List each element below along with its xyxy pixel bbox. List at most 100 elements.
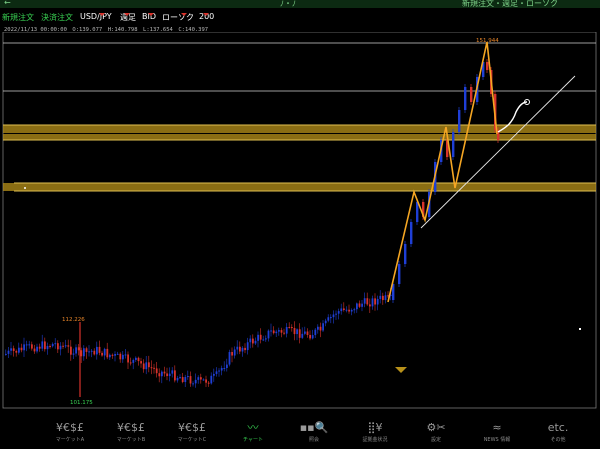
candle: [374, 298, 376, 305]
chart-icon: 〰: [247, 421, 259, 434]
chart-type-select[interactable]: ローソク: [162, 12, 194, 23]
nav-item-settings[interactable]: ⚙✂ 設定: [406, 420, 466, 449]
resistance-zone: [3, 134, 596, 140]
candle: [153, 367, 155, 369]
period-dropdown-icon[interactable]: [124, 13, 130, 16]
candle: [239, 346, 241, 352]
candle: [304, 331, 306, 334]
nav-item-chart[interactable]: 〰チャート: [223, 420, 283, 449]
candle: [265, 338, 267, 340]
candle: [340, 308, 343, 312]
price-type-dropdown-icon[interactable]: [148, 13, 154, 16]
candle: [291, 327, 293, 329]
high-price-label: 151.944: [476, 38, 499, 44]
nav-item-more[interactable]: etc. その他: [528, 420, 588, 449]
candle: [231, 352, 233, 356]
nav-label: NEWS 情報: [483, 437, 511, 443]
candle: [145, 362, 148, 370]
mid-price-label: 112.226: [62, 317, 85, 323]
candle: [371, 298, 374, 307]
candle: [150, 367, 153, 369]
candle: [119, 353, 122, 360]
back-icon[interactable]: ←: [4, 0, 11, 7]
candle: [189, 376, 192, 384]
candle: [88, 351, 90, 353]
nav-label: マーケットA: [55, 437, 85, 443]
candle: [309, 334, 311, 339]
symbol-select[interactable]: USD/JPY: [80, 12, 112, 21]
candle: [192, 383, 194, 385]
nav-label: 設定: [430, 437, 441, 443]
candle: [171, 370, 174, 374]
candle: [464, 87, 467, 110]
candle: [458, 110, 461, 132]
trend-line: [420, 75, 576, 229]
candle: [132, 359, 135, 363]
candle: [327, 317, 330, 321]
candle: [163, 371, 166, 374]
new-order-button[interactable]: 新規注文: [2, 12, 34, 23]
candle: [200, 377, 202, 380]
nav-item-currency[interactable]: ¥€$£ マーケットB: [101, 420, 161, 449]
candle: [369, 304, 371, 307]
chart-type-dropdown-icon[interactable]: [181, 13, 187, 16]
candle: [28, 344, 31, 346]
candle: [404, 244, 407, 264]
candle: [350, 309, 353, 312]
candle: [223, 367, 226, 369]
candle: [288, 327, 291, 329]
nav-label: 証拠金状況: [362, 437, 388, 443]
candle: [363, 298, 366, 304]
chart-area[interactable]: 151.944 112.226 101.175: [0, 31, 600, 410]
zone-dot: [24, 187, 26, 189]
candle: [259, 334, 262, 340]
candle: [194, 379, 197, 384]
margin-icon: ⣿¥: [367, 421, 383, 434]
candle: [356, 303, 358, 310]
candle: [262, 339, 265, 341]
candle: [187, 376, 189, 378]
nav-label: マーケットC: [177, 437, 207, 443]
candle: [140, 361, 142, 364]
candle: [72, 353, 75, 355]
nav-item-currency[interactable]: ¥€$£ マーケットC: [162, 420, 222, 449]
candle: [93, 350, 96, 355]
candle: [181, 377, 184, 383]
candle: [215, 371, 218, 374]
candle: [275, 331, 278, 334]
nav-item-news[interactable]: ≈ NEWS 情報: [467, 420, 527, 449]
candle: [267, 330, 270, 339]
candle: [205, 379, 207, 383]
candle: [283, 332, 285, 334]
search-icon: ▪▪🔍: [299, 421, 329, 434]
candle: [314, 329, 317, 336]
candle: [384, 295, 387, 301]
nav-item-search[interactable]: ▪▪🔍 照会: [284, 420, 344, 449]
candle: [114, 354, 116, 356]
candle: [49, 346, 51, 348]
low-marker: [395, 367, 407, 373]
candle: [486, 62, 489, 70]
candle: [158, 373, 161, 377]
nav-item-margin[interactable]: ⣿¥ 証拠金状況: [345, 420, 405, 449]
nav-item-currency[interactable]: ¥€$£ マーケットA: [40, 420, 100, 449]
candle: [254, 340, 257, 344]
candle: [15, 350, 18, 353]
symbol-dropdown-icon[interactable]: [99, 13, 105, 16]
candle: [59, 345, 62, 350]
candle: [249, 338, 252, 343]
candle: [376, 298, 379, 305]
header-glyph: ﾉ・ﾉ: [280, 0, 296, 8]
count-dropdown-icon[interactable]: [203, 13, 209, 16]
candle: [348, 309, 350, 312]
candle: [111, 354, 114, 356]
candle: [135, 357, 137, 360]
candle: [64, 345, 67, 347]
close-order-button[interactable]: 決済注文: [41, 12, 73, 23]
candle: [257, 334, 259, 341]
candle: [306, 331, 309, 335]
candle: [470, 87, 473, 102]
candlestick-chart[interactable]: 151.944 112.226 101.175: [0, 31, 600, 410]
candle: [278, 330, 280, 332]
more-icon: etc.: [547, 421, 569, 434]
